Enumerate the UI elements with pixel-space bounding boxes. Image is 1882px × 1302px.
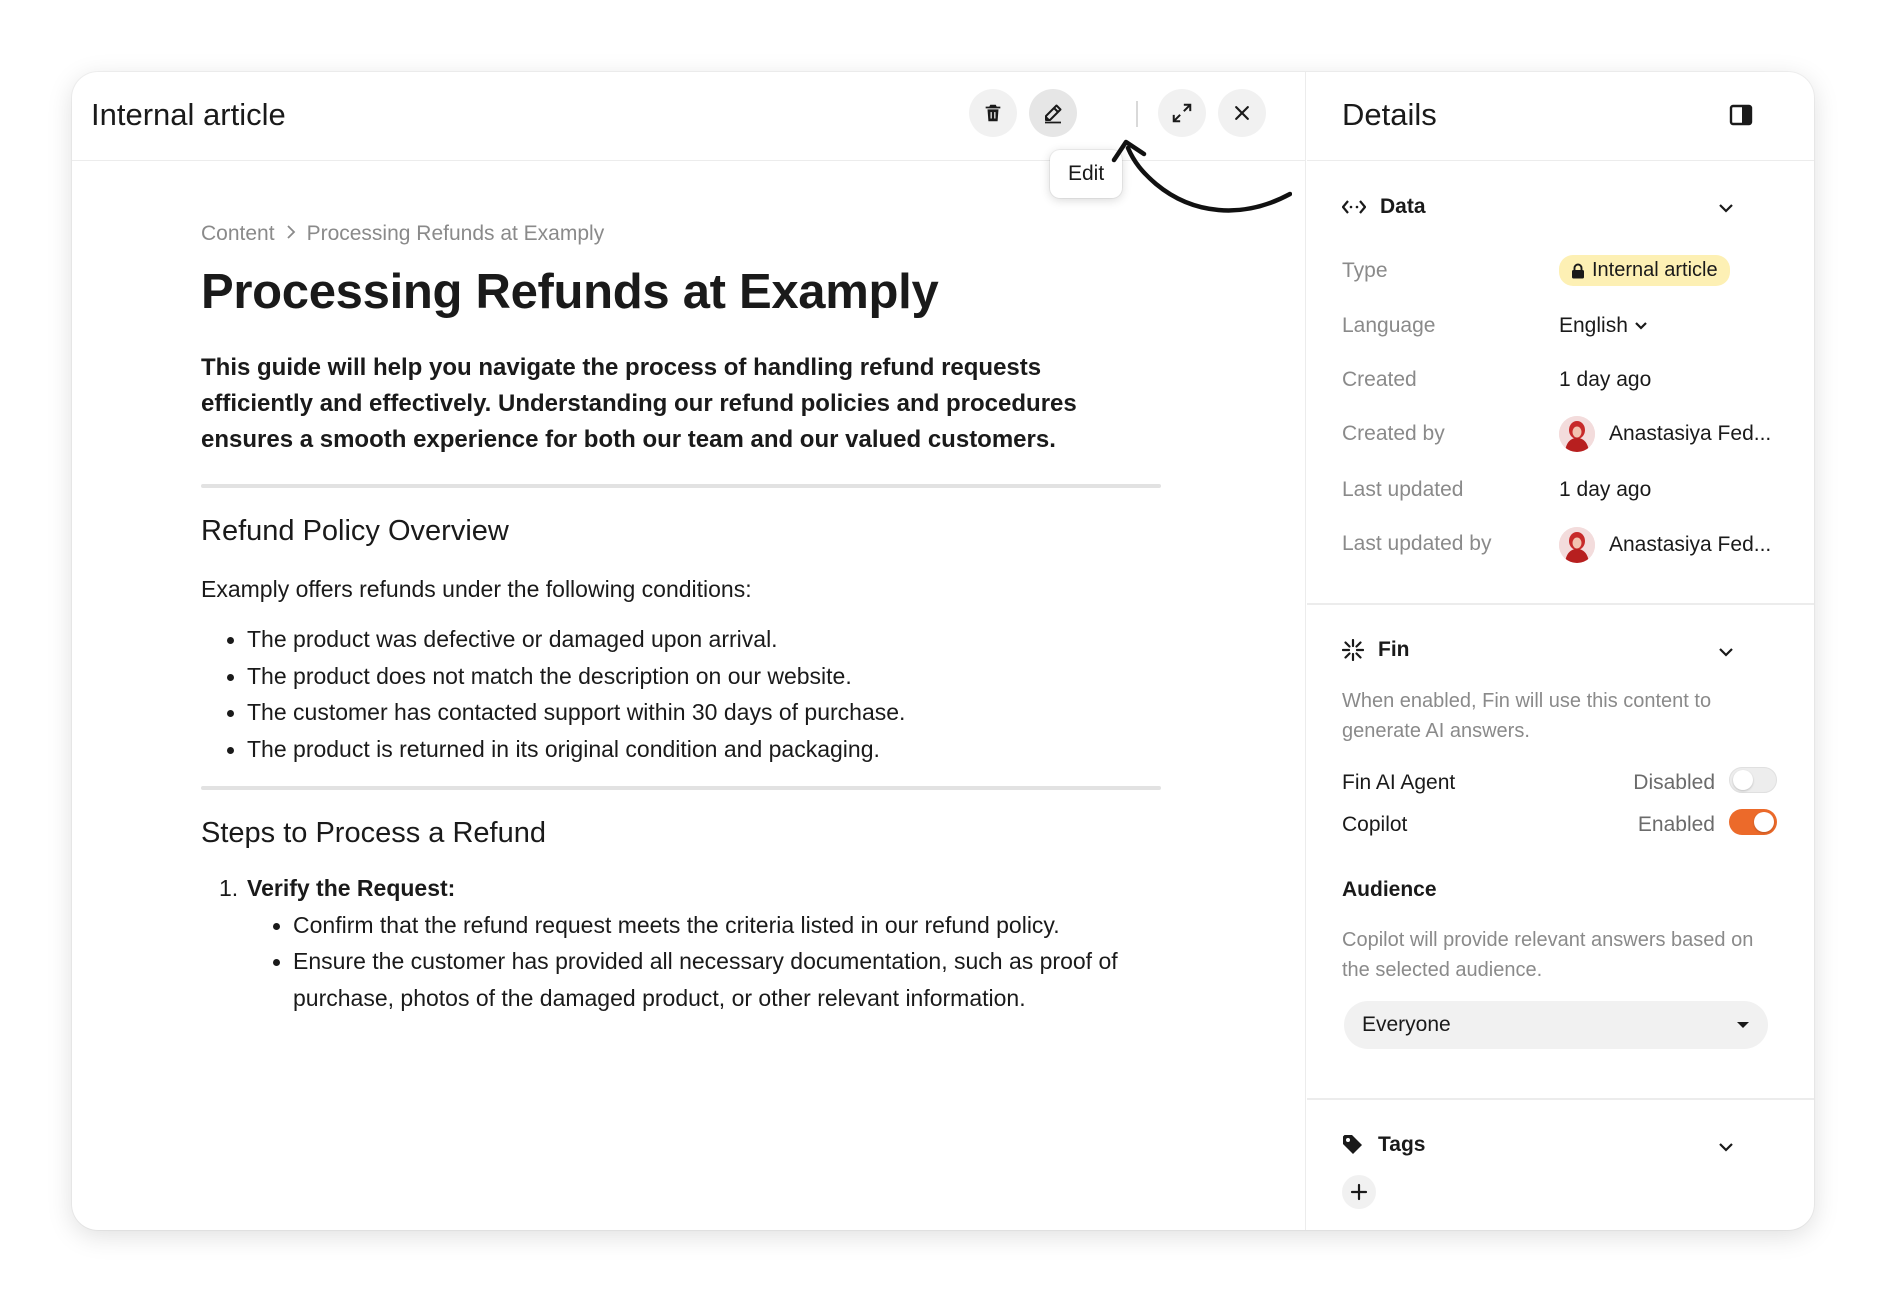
tag-icon: [1342, 1134, 1364, 1156]
step-bullets: Confirm that the refund request meets th…: [201, 907, 1161, 1017]
section-divider: [1307, 603, 1814, 605]
code-icon: [1342, 198, 1366, 216]
audience-description: Copilot will provide relevant answers ba…: [1342, 929, 1754, 981]
toggle-panel-button[interactable]: [1729, 104, 1753, 131]
tags-section-title: Tags: [1378, 1133, 1426, 1156]
caret-down-icon: [1737, 1022, 1749, 1028]
article-lead: This guide will help you navigate the pr…: [201, 354, 1077, 454]
user-name: Anastasiya Fed...: [1609, 533, 1772, 556]
section-heading: Refund Policy Overview: [201, 515, 509, 548]
data-section-title: Data: [1380, 195, 1426, 218]
pencil-icon: [1045, 104, 1062, 124]
badge-text: Internal article: [1592, 259, 1718, 281]
delete-button[interactable]: [969, 89, 1017, 137]
breadcrumb-current: Processing Refunds at Examply: [306, 222, 605, 245]
audience-value: Everyone: [1362, 1013, 1451, 1036]
list-item: The product is returned in its original …: [201, 731, 1161, 768]
close-button[interactable]: [1218, 89, 1266, 137]
list-item: The customer has contacted support withi…: [201, 694, 1161, 731]
section-divider: [1307, 1098, 1814, 1100]
close-icon: [1235, 106, 1249, 120]
copilot-toggle[interactable]: [1729, 809, 1777, 835]
trash-icon: [985, 104, 1001, 122]
data-section-header[interactable]: Data: [1342, 195, 1426, 219]
copilot-state: Enabled: [1637, 813, 1715, 836]
created-by-label: Created by: [1342, 422, 1445, 445]
breadcrumb-content-link[interactable]: Content: [201, 222, 275, 246]
chevron-down-icon[interactable]: [1717, 1141, 1735, 1153]
created-label: Created: [1342, 368, 1417, 391]
user-name: Anastasiya Fed...: [1609, 422, 1772, 445]
plus-icon: [1350, 1183, 1368, 1201]
audience-select[interactable]: Everyone: [1344, 1001, 1768, 1049]
avatar: [1559, 416, 1595, 452]
updated-by-value[interactable]: Anastasiya Fed...: [1559, 527, 1771, 563]
expand-icon: [1172, 103, 1192, 123]
chevron-right-icon: [285, 222, 297, 246]
chevron-down-icon[interactable]: [1717, 202, 1735, 214]
article-modal: Internal article Edit Content Processing…: [72, 72, 1814, 1230]
created-by-value[interactable]: Anastasiya Fed...: [1559, 416, 1771, 452]
article-content: Content Processing Refunds at Examply Pr…: [201, 222, 1161, 1016]
section-heading: Steps to Process a Refund: [201, 817, 546, 850]
fin-section-title: Fin: [1378, 638, 1410, 661]
language-dropdown[interactable]: English: [1559, 314, 1648, 338]
audience-title: Audience: [1342, 878, 1437, 901]
divider: [201, 484, 1161, 489]
list-item: 1. Verify the Request: Confirm that the …: [201, 870, 1161, 1016]
list-item: Confirm that the refund request meets th…: [247, 907, 1161, 944]
copilot-label: Copilot: [1342, 813, 1408, 836]
fin-agent-label: Fin AI Agent: [1342, 771, 1456, 794]
chevron-down-icon: [1635, 322, 1647, 330]
article-pane: Internal article Edit Content Processing…: [72, 72, 1306, 1230]
article-title: Processing Refunds at Examply: [201, 265, 939, 319]
fin-section-header[interactable]: Fin: [1342, 638, 1410, 662]
updated-by-label: Last updated by: [1342, 532, 1492, 555]
details-pane: Details Data Type Internal article Langu…: [1307, 72, 1814, 1230]
language-label: Language: [1342, 314, 1436, 337]
chevron-down-icon[interactable]: [1717, 646, 1735, 658]
expand-button[interactable]: [1158, 89, 1206, 137]
fin-description: When enabled, Fin will use this content …: [1342, 690, 1712, 742]
lock-icon: [1571, 263, 1585, 279]
type-value: Internal article: [1559, 255, 1730, 286]
section-intro: Examply offers refunds under the followi…: [201, 576, 752, 603]
sidebar-panel-icon: [1729, 104, 1753, 126]
language-value: English: [1559, 314, 1628, 337]
updated-label: Last updated: [1342, 478, 1464, 501]
status-badge: Internal article: [1559, 255, 1730, 286]
toolbar-divider: [1136, 101, 1138, 127]
avatar: [1559, 527, 1595, 563]
steps-list: 1. Verify the Request: Confirm that the …: [201, 870, 1161, 1016]
updated-value: 1 day ago: [1559, 478, 1652, 501]
step-title: Verify the Request:: [247, 875, 456, 902]
tags-section-header[interactable]: Tags: [1342, 1133, 1425, 1157]
step-number: 1.: [219, 875, 239, 902]
list-item: Ensure the customer has provided all nec…: [247, 943, 1127, 1016]
details-title: Details: [1342, 97, 1437, 132]
divider: [201, 786, 1161, 791]
fin-agent-toggle[interactable]: [1729, 767, 1777, 793]
list-item: The product does not match the descripti…: [201, 658, 1161, 695]
breadcrumb: Content Processing Refunds at Examply: [201, 222, 1161, 246]
fin-agent-state: Disabled: [1633, 771, 1715, 794]
list-item: The product was defective or damaged upo…: [201, 621, 1161, 658]
add-tag-button[interactable]: [1342, 1175, 1376, 1209]
details-header: Details: [1307, 72, 1814, 161]
conditions-list: The product was defective or damaged upo…: [201, 621, 1161, 767]
edit-button[interactable]: [1029, 89, 1077, 137]
type-label: Type: [1342, 259, 1388, 282]
header-title: Internal article: [91, 97, 286, 132]
fin-icon: [1342, 639, 1364, 661]
created-value: 1 day ago: [1559, 368, 1652, 391]
